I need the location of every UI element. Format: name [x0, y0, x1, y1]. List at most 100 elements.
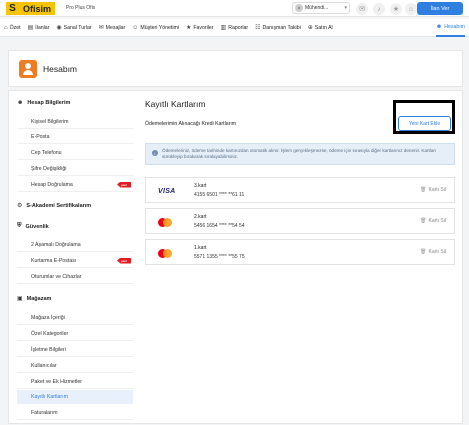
nav-label: İlanlar: [35, 24, 50, 31]
sidebar-item-ozel-kategoriler[interactable]: Özel Kategoriler: [17, 327, 133, 341]
user-name: Mühendi...: [305, 5, 329, 11]
sidebar-item-label: Kullanıcılar: [31, 362, 57, 369]
top-bar: S Ofisim Pro Plus Ofis M Mühendi... ▾ ✉ …: [0, 0, 469, 17]
page-header: Hesabım: [8, 50, 463, 87]
card-row[interactable]: 1.kart 5571 1355 **** **55 75 🗑 Kartı Sil: [145, 239, 455, 265]
avatar: M: [295, 4, 303, 12]
nav-item-ozet[interactable]: ⌂ Özet: [4, 19, 21, 37]
sidebar-section-s-akademi[interactable]: ⚙ S-Akademi Sertifikalarım: [17, 202, 92, 210]
add-card-button[interactable]: Yeni Kart Ekle: [398, 116, 451, 131]
account-icon: [19, 60, 37, 78]
home-icon: ⌂: [4, 24, 8, 31]
post-ad-button[interactable]: İlan Ver: [417, 2, 463, 15]
visa-icon: VISA: [158, 186, 176, 196]
section-title: S-Akademi Sertifikalarım: [26, 202, 92, 209]
mastercard-icon: [158, 248, 172, 258]
delete-card-button[interactable]: 🗑 Kartı Sil: [420, 187, 446, 193]
trash-icon: 🗑: [420, 218, 427, 224]
sidebar-item-2-asamali-dogrulama[interactable]: 2 Aşamalı Doğrulama: [17, 238, 133, 252]
section-title: Güvenlik: [25, 223, 49, 230]
sidebar-item-magaza-icerigi[interactable]: Mağaza İçeriği: [17, 311, 133, 325]
nav-label: Danışman Takibi: [262, 24, 301, 31]
list-icon: ▤: [27, 25, 34, 31]
plan-label: Pro Plus Ofis: [66, 5, 96, 11]
team-icon: ☷: [255, 25, 261, 31]
star-icon[interactable]: ★: [390, 3, 402, 15]
logo-text: Ofisim: [19, 2, 56, 15]
card-name: 2.kart: [194, 214, 207, 220]
nav-item-sanal-turlar[interactable]: ◉ Sanal Turlar: [56, 19, 91, 37]
sidebar-item-kisisel-bilgilerim[interactable]: Kişisel Bilgilerim: [17, 115, 133, 129]
logo-mark: S: [6, 2, 19, 15]
content-area: Kayıtlı Kartlarım Ödemelerimin Alınacağı…: [135, 91, 464, 425]
card-name: 3.kart: [194, 183, 207, 189]
nav-label: Favoriler: [193, 24, 214, 31]
nav-item-favoriler[interactable]: ★ Favoriler: [186, 19, 214, 37]
card-row[interactable]: 2.kart 5456 1654 **** **54 54 🗑 Kartı Sil: [145, 208, 455, 234]
nav-label: Sanal Turlar: [63, 24, 92, 31]
sidebar-item-isletme-bilgileri[interactable]: İşletme Bilgileri: [17, 343, 133, 357]
users-icon: ☺: [132, 24, 139, 31]
sidebar-item-cep-telefonu[interactable]: Cep Telefonu: [17, 146, 133, 160]
card-number: 4155 6501 **** **61 11: [194, 192, 245, 198]
sidebar-item-kayitli-kartlarim[interactable]: Kayıtlı Kartlarım: [17, 390, 133, 404]
sidebar-item-label: Kurtarma E-Postası: [31, 257, 77, 264]
sidebar-item-e-posta[interactable]: E-Posta: [17, 130, 133, 144]
sidebar-item-kurtarma-e-postasi[interactable]: Kurtarma E-Postası yeni: [17, 254, 133, 268]
sidebar-item-kullanicilar[interactable]: Kullanıcılar: [17, 359, 133, 373]
sidebar-section-hesap-bilgilerim: ☻ Hesap Bilgilerim: [17, 100, 70, 106]
sidebar-item-paket-ve-ek-hizmetler[interactable]: Paket ve Ek Hizmetler: [17, 375, 133, 389]
logo[interactable]: S Ofisim: [6, 2, 56, 15]
main-panel: ☻ Hesap Bilgilerim Kişisel Bilgilerim E-P…: [8, 90, 463, 424]
card-row[interactable]: VISA 3.kart 4155 6501 **** **61 11 🗑 Kart…: [145, 177, 455, 203]
nav-label: Özet: [9, 24, 21, 31]
page-title: Hesabım: [43, 64, 78, 74]
main-nav: ⌂ Özet ▤ İlanlar ◉ Sanal Turlar ✉ Mesajlar ☺…: [0, 19, 469, 37]
nav-item-musteri-yonetimi[interactable]: ☺ Müşteri Yönetimi: [132, 19, 179, 37]
trash-icon: 🗑: [420, 249, 427, 255]
delete-card-button[interactable]: 🗑 Kartı Sil: [420, 249, 446, 255]
sidebar-item-label: Paket ve Ek Hizmetler: [31, 378, 83, 385]
sidebar-item-sifre-degisikligi[interactable]: Şifre Değişikliği: [17, 162, 133, 176]
sidebar-section-guvenlik: ⛨ Güvenlik: [17, 223, 49, 230]
nav-item-mesajlar[interactable]: ✉ Mesajlar: [99, 19, 126, 37]
nav-item-raporlar[interactable]: ▥ Raporlar: [221, 19, 249, 37]
delete-card-button[interactable]: 🗑 Kartı Sil: [420, 218, 446, 224]
card-number: 5571 1355 **** **55 75: [194, 254, 245, 260]
sidebar-item-label: Hesap Doğrulama: [31, 181, 73, 188]
bell-icon[interactable]: ♪: [373, 3, 385, 15]
sidebar-item-hesap-dogrulama[interactable]: Hesap Doğrulama yeni: [17, 178, 133, 192]
sidebar-item-label: Şifre Değişikliği: [31, 165, 67, 172]
tour-icon: ◉: [56, 25, 62, 31]
chart-icon: ▥: [220, 25, 227, 31]
sidebar-section-magazam: ▣ Mağazam: [17, 295, 52, 303]
sidebar: ☻ Hesap Bilgilerim Kişisel Bilgilerim E-P…: [9, 91, 135, 425]
sidebar-item-faturalarim[interactable]: Faturalarım: [17, 406, 133, 420]
cards-subtitle: Ödemelerimin Alınacağı Kredi Kartlarım: [145, 121, 237, 127]
message-icon[interactable]: ✉: [356, 3, 368, 15]
trash-icon: 🗑: [420, 187, 427, 193]
nav-item-hesabim[interactable]: ☻ Hesabım: [435, 19, 465, 37]
visa-logo-text: VISA: [158, 187, 176, 195]
sidebar-item-label: E-Posta: [31, 133, 50, 140]
sidebar-item-label: Oturumlar ve Cihazlar: [31, 273, 82, 280]
nav-item-satin-al[interactable]: ⊕ Satın Al: [308, 19, 333, 37]
message-icon: ✉: [98, 25, 104, 31]
home-icon[interactable]: ⌂: [405, 3, 417, 15]
card-number: 5456 1654 **** **54 54: [194, 223, 245, 229]
sidebar-item-label: Özel Kategoriler: [31, 330, 69, 337]
new-badge: yeni: [117, 257, 131, 264]
nav-label: Hesabım: [444, 23, 465, 30]
section-title: Mağazam: [26, 295, 52, 302]
store-icon: ▣: [17, 296, 23, 302]
nav-item-ilanlar[interactable]: ▤ İlanlar: [28, 19, 50, 37]
nav-label: Müşteri Yönetimi: [140, 24, 179, 31]
info-text: Ödemeleriniz, ödeme tarihinde kartınızda…: [162, 148, 437, 159]
sidebar-item-oturumlar-ve-cihazlar[interactable]: Oturumlar ve Cihazlar: [17, 270, 133, 284]
nav-item-danisman-takibi[interactable]: ☷ Danışman Takibi: [255, 19, 301, 37]
sidebar-item-label: Faturalarım: [31, 409, 58, 416]
user-icon: ☻: [17, 100, 24, 106]
sidebar-item-label: Kayıtlı Kartlarım: [31, 394, 68, 400]
user-menu[interactable]: M Mühendi... ▾: [292, 2, 350, 14]
sidebar-item-label: Cep Telefonu: [31, 149, 62, 156]
